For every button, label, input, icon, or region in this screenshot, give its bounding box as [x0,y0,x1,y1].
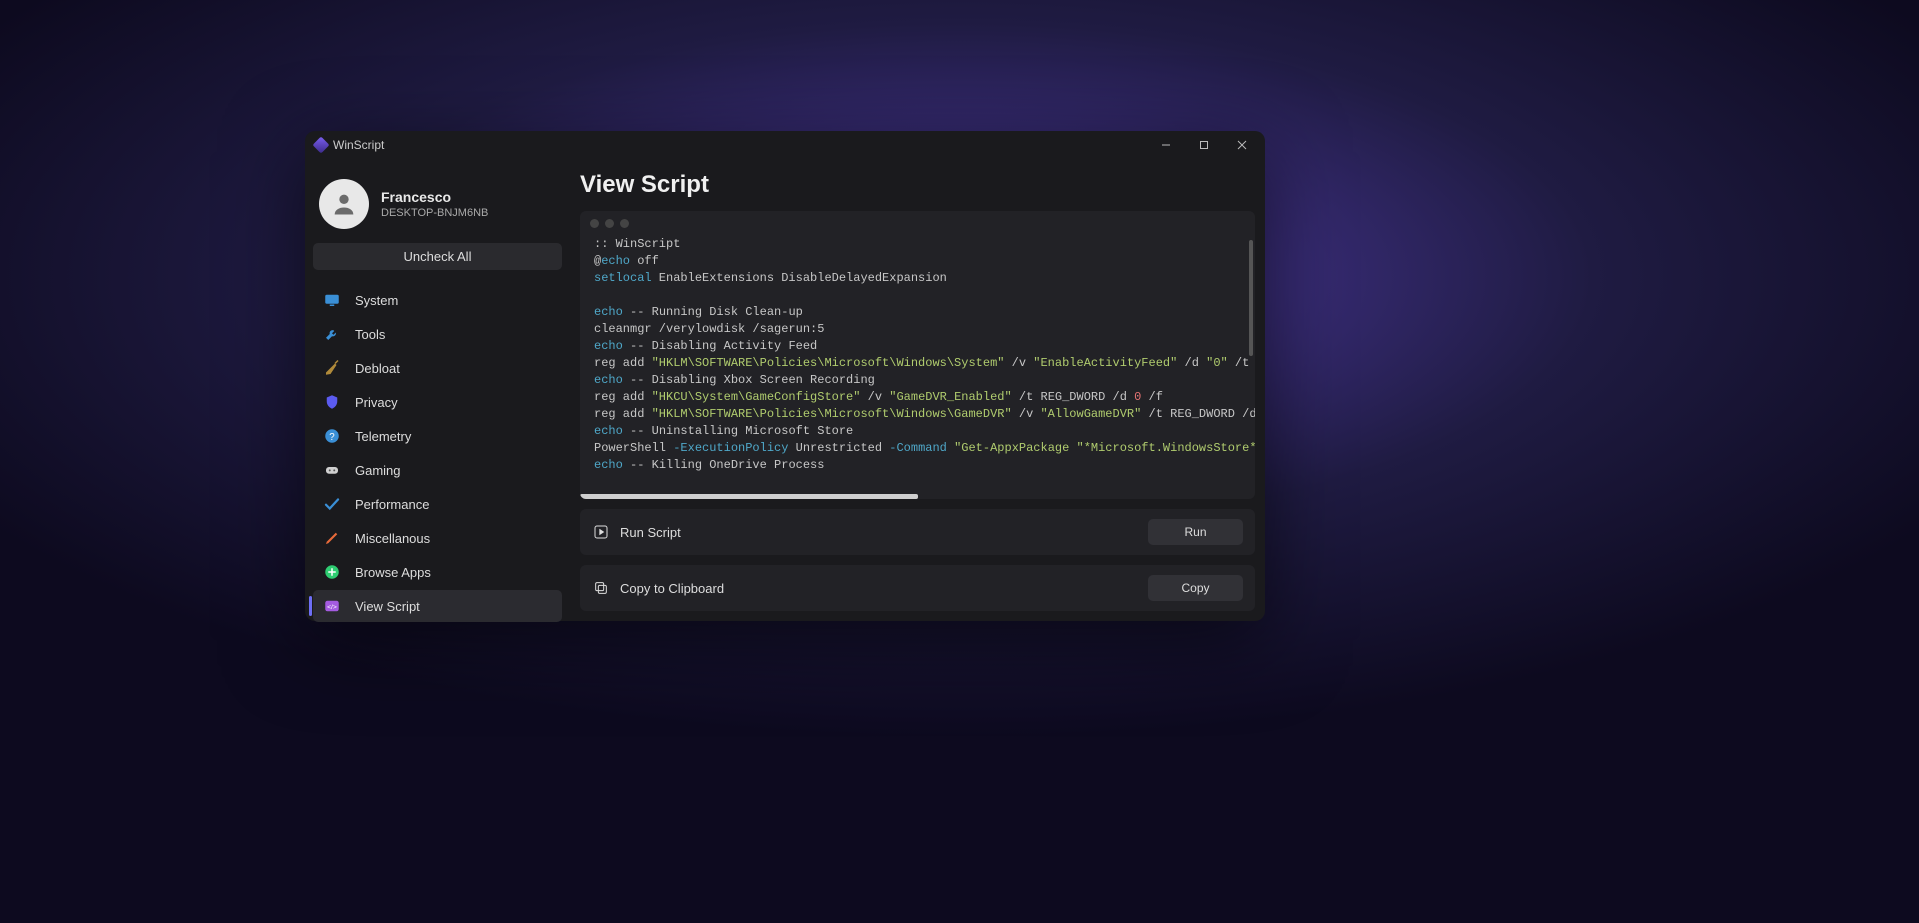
nav-label: System [355,293,398,308]
profile-name: Francesco [381,189,488,205]
nav-tools[interactable]: Tools [313,318,562,350]
nav-label: View Script [355,599,420,614]
run-button[interactable]: Run [1148,519,1243,545]
nav-system[interactable]: System [313,284,562,316]
maximize-button[interactable] [1185,133,1223,157]
copy-button[interactable]: Copy [1148,575,1243,601]
profile-machine: DESKTOP-BNJM6NB [381,207,488,219]
nav-label: Gaming [355,463,401,478]
nav-telemetry[interactable]: ? Telemetry [313,420,562,452]
vertical-scrollbar[interactable] [1249,240,1253,356]
nav-miscellaneous[interactable]: Miscellanous [313,522,562,554]
nav-label: Browse Apps [355,565,431,580]
nav-label: Privacy [355,395,398,410]
dot-icon [605,219,614,228]
app-logo-icon [313,137,330,154]
profile-block: Francesco DESKTOP-BNJM6NB [313,167,562,241]
plus-circle-icon [323,563,341,581]
app-window: WinScript Francesco DESKTOP-BNJM6NB Unch… [305,131,1265,621]
nav-gaming[interactable]: Gaming [313,454,562,486]
svg-text:</>: </> [327,604,337,611]
code-window-controls [580,211,1255,236]
monitor-icon [323,291,341,309]
gamepad-icon [323,461,341,479]
nav-label: Performance [355,497,429,512]
copy-clipboard-label: Copy to Clipboard [620,581,1148,596]
avatar-icon [319,179,369,229]
broom-icon [323,359,341,377]
nav-label: Tools [355,327,385,342]
nav-label: Miscellanous [355,531,430,546]
nav-view-script[interactable]: </> View Script [313,590,562,622]
pencil-icon [323,529,341,547]
script-panel: :: WinScript @echo off setlocal EnableEx… [580,211,1255,499]
titlebar: WinScript [305,131,1265,159]
copy-icon [592,579,610,597]
svg-text:?: ? [329,432,335,443]
nav-label: Debloat [355,361,400,376]
nav-browse-apps[interactable]: Browse Apps [313,556,562,588]
uncheck-all-button[interactable]: Uncheck All [313,243,562,270]
run-script-row: Run Script Run [580,509,1255,555]
dot-icon [620,219,629,228]
shield-icon [323,393,341,411]
nav-list: System Tools Debloat Privacy ? Telemetry [313,284,562,622]
question-shield-icon: ? [323,427,341,445]
close-button[interactable] [1223,133,1261,157]
wrench-icon [323,325,341,343]
nav-debloat[interactable]: Debloat [313,352,562,384]
play-icon [592,523,610,541]
sidebar: Francesco DESKTOP-BNJM6NB Uncheck All Sy… [305,159,570,621]
dot-icon [590,219,599,228]
main-content: View Script :: WinScript @echo off setlo… [570,159,1265,621]
script-code[interactable]: :: WinScript @echo off setlocal EnableEx… [580,236,1255,499]
page-title: View Script [580,171,1255,199]
window-title: WinScript [333,138,384,152]
copy-clipboard-row: Copy to Clipboard Copy [580,565,1255,611]
horizontal-scrollbar[interactable] [580,494,918,499]
check-icon [323,495,341,513]
nav-privacy[interactable]: Privacy [313,386,562,418]
nav-label: Telemetry [355,429,411,444]
minimize-button[interactable] [1147,133,1185,157]
run-script-label: Run Script [620,525,1148,540]
code-icon: </> [323,597,341,615]
nav-performance[interactable]: Performance [313,488,562,520]
